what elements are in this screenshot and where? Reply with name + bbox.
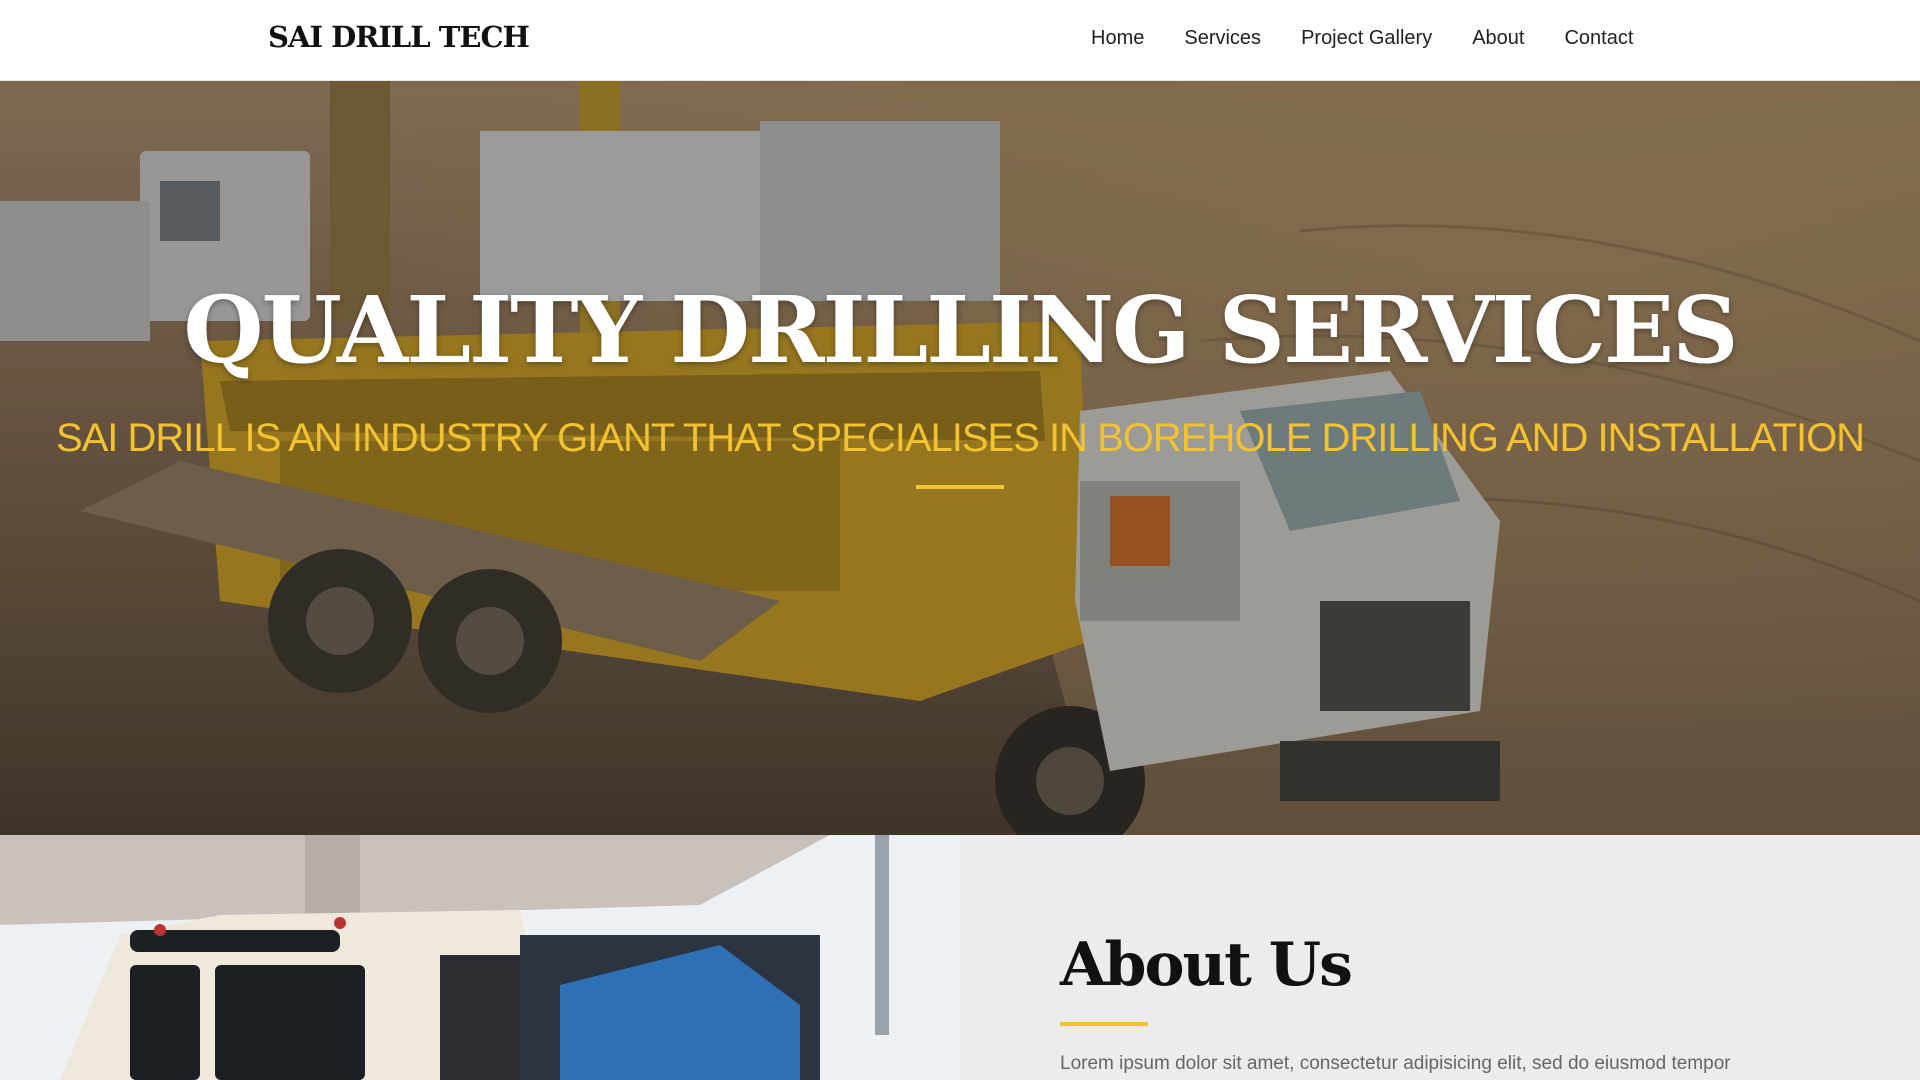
about-section: About Us Lorem ipsum dolor sit amet, con…: [960, 835, 1920, 1080]
hero-banner: QUALITY DRILLING SERVICES SAI DRILL IS A…: [0, 81, 1920, 835]
about-divider: [1060, 1022, 1148, 1026]
nav-services[interactable]: Services: [1184, 27, 1261, 50]
hero-divider: [916, 485, 1004, 489]
nav-about[interactable]: About: [1472, 27, 1524, 50]
hero-title: QUALITY DRILLING SERVICES: [183, 276, 1738, 384]
main-nav: Home Services Project Gallery About Cont…: [1091, 27, 1633, 50]
about-text: Lorem ipsum dolor sit amet, consectetur …: [1060, 1053, 1731, 1074]
site-logo[interactable]: SAI DRILL TECH: [268, 20, 530, 54]
about-truck-image: [0, 835, 960, 1080]
nav-contact[interactable]: Contact: [1564, 27, 1633, 50]
nav-home[interactable]: Home: [1091, 27, 1144, 50]
truck-photo-illustration: [0, 835, 960, 1080]
about-heading: About Us: [1060, 930, 1353, 1000]
nav-project-gallery[interactable]: Project Gallery: [1301, 27, 1432, 50]
hero-subtitle: SAI DRILL IS AN INDUSTRY GIANT THAT SPEC…: [55, 416, 1865, 460]
site-header: SAI DRILL TECH Home Services Project Gal…: [0, 0, 1920, 81]
